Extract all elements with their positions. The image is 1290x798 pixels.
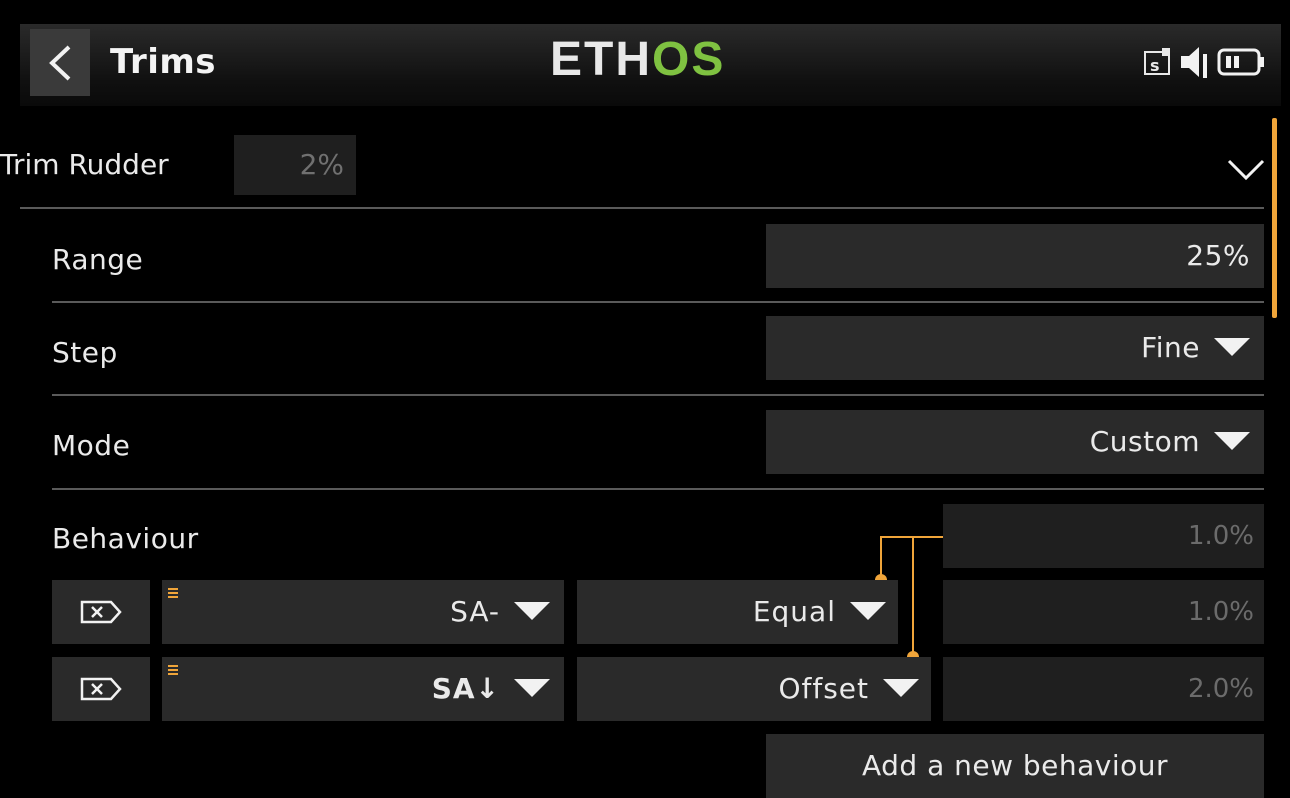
- drag-handle-icon[interactable]: [168, 665, 178, 677]
- scrollbar[interactable]: [1272, 118, 1277, 318]
- logo-accent-text: OS: [652, 33, 726, 86]
- behaviour-switch-value: SA-: [450, 595, 500, 628]
- status-area: s: [1143, 44, 1267, 80]
- step-value: Fine: [1141, 331, 1200, 364]
- page-title: Trims: [110, 42, 217, 82]
- logo-primary-text: ETH: [550, 33, 652, 86]
- svg-text:s: s: [1150, 56, 1160, 75]
- range-label: Range: [52, 243, 144, 276]
- divider: [20, 207, 1264, 209]
- divider: [52, 394, 1264, 396]
- dropdown-triangle-icon: [1214, 432, 1250, 450]
- mode-select[interactable]: Custom: [766, 410, 1264, 474]
- chevron-down-icon[interactable]: [1226, 158, 1266, 182]
- delete-icon: [80, 600, 122, 624]
- behaviour-function-select[interactable]: Offset: [577, 657, 931, 721]
- connector-line: [880, 536, 882, 578]
- mode-value: Custom: [1089, 425, 1200, 458]
- delete-icon: [80, 677, 122, 701]
- delete-behaviour-button[interactable]: [52, 657, 150, 721]
- drag-handle-icon[interactable]: [168, 588, 178, 600]
- speaker-icon[interactable]: [1179, 44, 1211, 80]
- divider: [52, 488, 1264, 490]
- step-select[interactable]: Fine: [766, 316, 1264, 380]
- behaviour-switch-select[interactable]: SA↓: [162, 657, 564, 721]
- top-bar: Trims ETHOS s: [20, 24, 1281, 107]
- trim-current-value: 2%: [234, 135, 356, 195]
- delete-behaviour-button[interactable]: [52, 580, 150, 644]
- add-behaviour-button[interactable]: Add a new behaviour: [766, 734, 1264, 798]
- divider: [52, 301, 1264, 303]
- behaviour-value: 1.0%: [943, 580, 1264, 644]
- range-field[interactable]: 25%: [766, 224, 1264, 288]
- dropdown-triangle-icon: [850, 602, 886, 620]
- dropdown-triangle-icon: [1214, 338, 1250, 356]
- dropdown-triangle-icon: [883, 679, 919, 697]
- behaviour-switch-select[interactable]: SA-: [162, 580, 564, 644]
- trims-panel: Trim Rudder 2% Range 25% Step Fine Mode …: [0, 106, 1290, 798]
- behaviour-switch-value: SA↓: [431, 672, 500, 705]
- ethos-logo: ETHOS: [550, 36, 725, 84]
- behaviour-label: Behaviour: [52, 522, 199, 555]
- behaviour-function-select[interactable]: Equal: [577, 580, 898, 644]
- switch-indicator-icon[interactable]: s: [1143, 47, 1173, 77]
- dropdown-triangle-icon: [514, 602, 550, 620]
- mode-label: Mode: [52, 429, 131, 462]
- behaviour-value: 2.0%: [943, 657, 1264, 721]
- battery-icon: [1217, 48, 1264, 76]
- trim-name-label: Trim Rudder: [0, 148, 169, 181]
- dropdown-triangle-icon: [514, 679, 550, 697]
- behaviour-function-value: Offset: [778, 672, 869, 705]
- connector-line: [912, 536, 914, 656]
- chevron-left-icon: [49, 45, 71, 80]
- step-label: Step: [52, 336, 118, 369]
- back-button[interactable]: [30, 29, 90, 96]
- trim-rudder-row[interactable]: Trim Rudder 2%: [0, 120, 1268, 208]
- behaviour-base-value: 1.0%: [943, 504, 1264, 568]
- behaviour-function-value: Equal: [752, 595, 836, 628]
